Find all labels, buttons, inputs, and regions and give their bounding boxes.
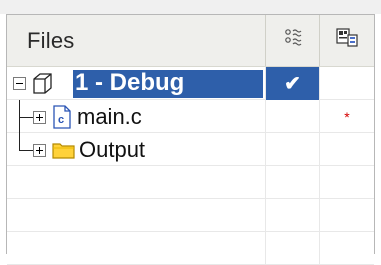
- tree-item-label: main.c: [77, 104, 142, 129]
- empty-cell: [319, 199, 374, 232]
- tree-connector: [19, 150, 33, 151]
- compile-cell[interactable]: [319, 133, 374, 166]
- files-tree-frame: Files 1 - Debug ✔ c main.c * Output: [6, 14, 375, 265]
- empty-cell: [265, 232, 319, 265]
- empty-cell: [319, 166, 374, 199]
- tree-connector: [19, 117, 20, 133]
- project-name-cell[interactable]: 1 - Debug: [7, 67, 265, 100]
- project-cube-icon: [31, 72, 53, 101]
- expand-icon[interactable]: [33, 111, 46, 124]
- options-column-header[interactable]: [265, 15, 319, 66]
- folder-icon: [52, 140, 76, 165]
- compile-cell[interactable]: [319, 67, 374, 100]
- tree-row-project[interactable]: 1 - Debug ✔: [7, 67, 374, 100]
- empty-cell: [265, 199, 319, 232]
- svg-text:c: c: [58, 114, 64, 126]
- compile-cell[interactable]: *: [319, 100, 374, 133]
- tree-header: Files: [7, 15, 374, 67]
- files-column-label: Files: [27, 27, 75, 53]
- expand-icon[interactable]: [33, 144, 46, 157]
- empty-row: [7, 166, 374, 199]
- empty-cell: [265, 166, 319, 199]
- tree-connector: [19, 117, 33, 118]
- compile-options-icon: [335, 27, 359, 54]
- options-cell[interactable]: [265, 133, 319, 166]
- workspace-files-panel: Files 1 - Debug ✔ c main.c * Output: [0, 0, 381, 265]
- empty-cell: [7, 166, 265, 199]
- options-cell[interactable]: [265, 100, 319, 133]
- modified-marker: *: [344, 108, 350, 125]
- c-file-icon: c: [52, 105, 72, 134]
- panel-top-strip: [0, 0, 381, 14]
- tree-row-folder[interactable]: Output: [7, 133, 374, 166]
- tree-connector: [19, 133, 20, 150]
- empty-cell: [7, 199, 265, 232]
- empty-row: [7, 199, 374, 232]
- tree-item-label: Output: [79, 137, 146, 162]
- compile-column-header[interactable]: [319, 15, 374, 66]
- tree-row-file[interactable]: c main.c *: [7, 100, 374, 133]
- options-cell[interactable]: ✔: [265, 67, 319, 100]
- folder-name-cell[interactable]: Output: [7, 133, 265, 166]
- empty-row: [7, 232, 374, 265]
- tree-connector: [19, 100, 20, 117]
- file-name-cell[interactable]: c main.c: [7, 100, 265, 133]
- collapse-icon[interactable]: [13, 77, 26, 90]
- tree-item-label: 1 - Debug: [75, 69, 185, 96]
- options-toggle-icon: [282, 27, 304, 54]
- files-column-header[interactable]: Files: [7, 15, 265, 66]
- empty-cell: [319, 232, 374, 265]
- empty-cell: [7, 232, 265, 265]
- checkmark-icon: ✔: [284, 72, 301, 95]
